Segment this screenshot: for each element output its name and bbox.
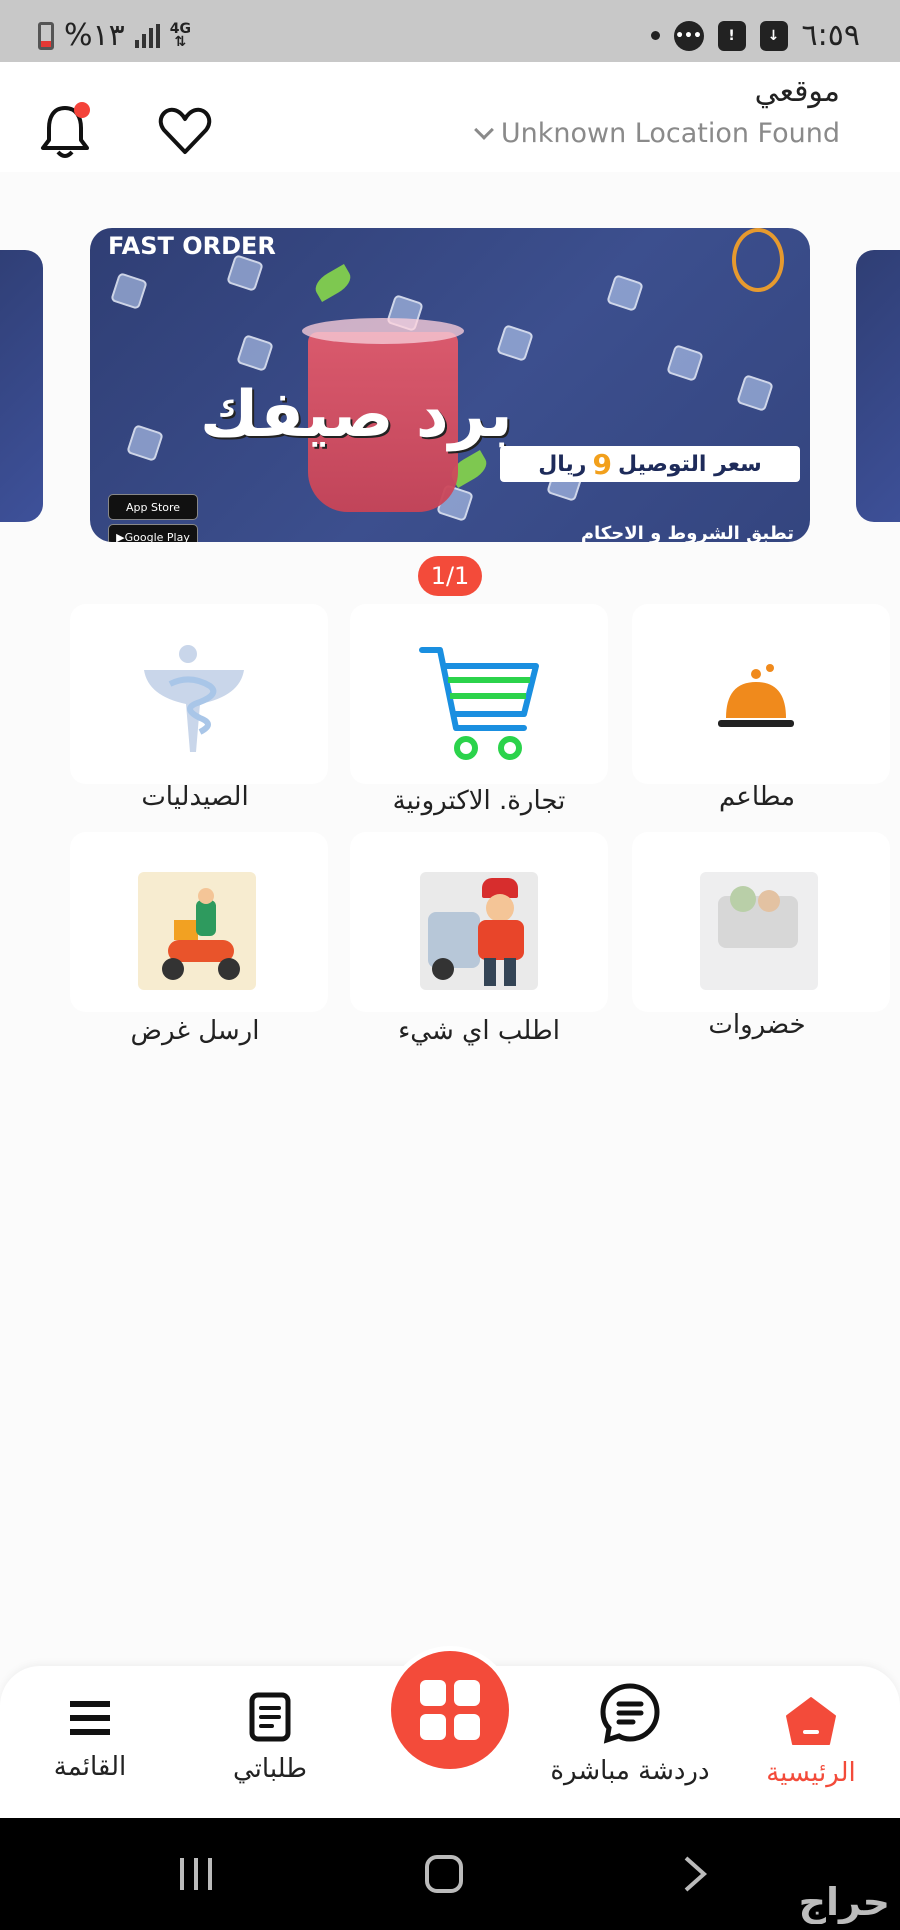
banner-peek-previous[interactable] [0,250,43,522]
restaurant-cloche-icon [718,664,794,727]
app-store-badge: App Store [108,494,198,520]
category-ecommerce[interactable] [350,604,608,784]
banner-headline: برد صيفك [200,378,513,452]
back-icon[interactable] [680,1854,710,1894]
fast-order-logo: FAST ORDER [108,232,276,260]
home-system-icon[interactable] [424,1854,464,1894]
delivery-price-strip: سعر التوصيل 9 ريال [500,446,800,482]
home-icon [786,1697,836,1745]
status-right: ••• ! ↓ ٦:٥٩ [650,18,860,53]
nav-live-chat-label: دردشة مباشرة [550,1756,710,1786]
google-play-badge: ▶ Google Play [108,524,198,542]
category-send-item[interactable] [70,832,328,1012]
delivery-unit: ريال [538,451,587,477]
network-type: 4G ⇅ [169,20,191,50]
nav-menu[interactable]: القائمة [40,1696,140,1782]
chevron-down-icon [473,119,494,140]
categories-fab-button[interactable] [386,1646,514,1774]
category-label-vegetables: خضروات [708,1010,806,1040]
nav-home[interactable]: الرئيسية [756,1696,866,1788]
orders-document-icon [249,1692,291,1742]
haraj-watermark: حراج [798,1880,890,1924]
grid-icon [391,1651,509,1769]
recent-apps-icon[interactable] [176,1854,216,1894]
vegetables-icon [700,872,818,990]
app-store-label: App Store [125,500,181,514]
network-label: 4G [169,20,191,37]
download-icon: ↓ [759,20,788,51]
signal-icon [134,23,160,48]
status-left: %١٣ 4G ⇅ [38,18,191,53]
shopping-cart-icon [419,647,539,760]
category-label-pharmacies: الصيدليات [141,782,249,812]
nav-home-label: الرئيسية [766,1758,856,1788]
category-label-restaurants: مطاعم [719,782,795,812]
message-icon: ••• [673,20,704,51]
location-value: Unknown Location Found [500,118,840,149]
category-label-send-item: ارسل غرض [130,1016,260,1046]
category-label-ecommerce: تجارة. الاكترونية [392,786,566,816]
cafe-logo [732,228,784,292]
app-header: موقعي Unknown Location Found [0,62,900,172]
battery-alert-icon: ! [717,20,746,51]
notification-badge [74,102,90,118]
category-order-anything[interactable] [350,832,608,1012]
terms-text: تطبق الشروط و الاحكام [580,523,794,542]
category-label-order-anything: اطلب اي شيء [398,1016,560,1046]
battery-percent: %١٣ [64,18,125,53]
battery-icon [38,21,54,50]
hamburger-menu-icon [70,1701,110,1735]
promo-banner[interactable]: FAST ORDER برد صيفك سعر التوصيل 9 ريال A… [90,228,810,542]
heart-icon[interactable] [158,106,212,156]
banner-peek-next[interactable] [856,250,900,522]
delivery-price: 9 [592,447,612,481]
status-bar: %١٣ 4G ⇅ ••• ! ↓ ٦:٥٩ [0,0,900,62]
carousel-pager: 1/1 [418,556,482,596]
notification-dot-icon [650,31,660,40]
category-pharmacies[interactable] [70,604,328,784]
nav-live-chat[interactable]: دردشة مباشرة [540,1682,720,1786]
chat-icon [600,1683,660,1744]
system-navigation-bar: حراج [0,1818,900,1930]
category-vegetables[interactable] [632,832,890,1012]
google-play-label: Google Play [124,530,190,543]
clock: ٦:٥٩ [801,18,860,53]
location-selector[interactable]: Unknown Location Found [473,118,840,149]
nav-my-orders[interactable]: طلباتي [220,1692,320,1784]
pharmacy-icon [144,645,244,752]
delivery-text: سعر التوصيل [617,451,762,477]
pizza-delivery-icon [420,872,538,990]
nav-menu-label: القائمة [53,1752,127,1782]
category-restaurants[interactable] [632,604,890,784]
location-title: موقعي [754,74,840,109]
scooter-delivery-icon [138,872,256,990]
nav-my-orders-label: طلباتي [233,1754,307,1784]
